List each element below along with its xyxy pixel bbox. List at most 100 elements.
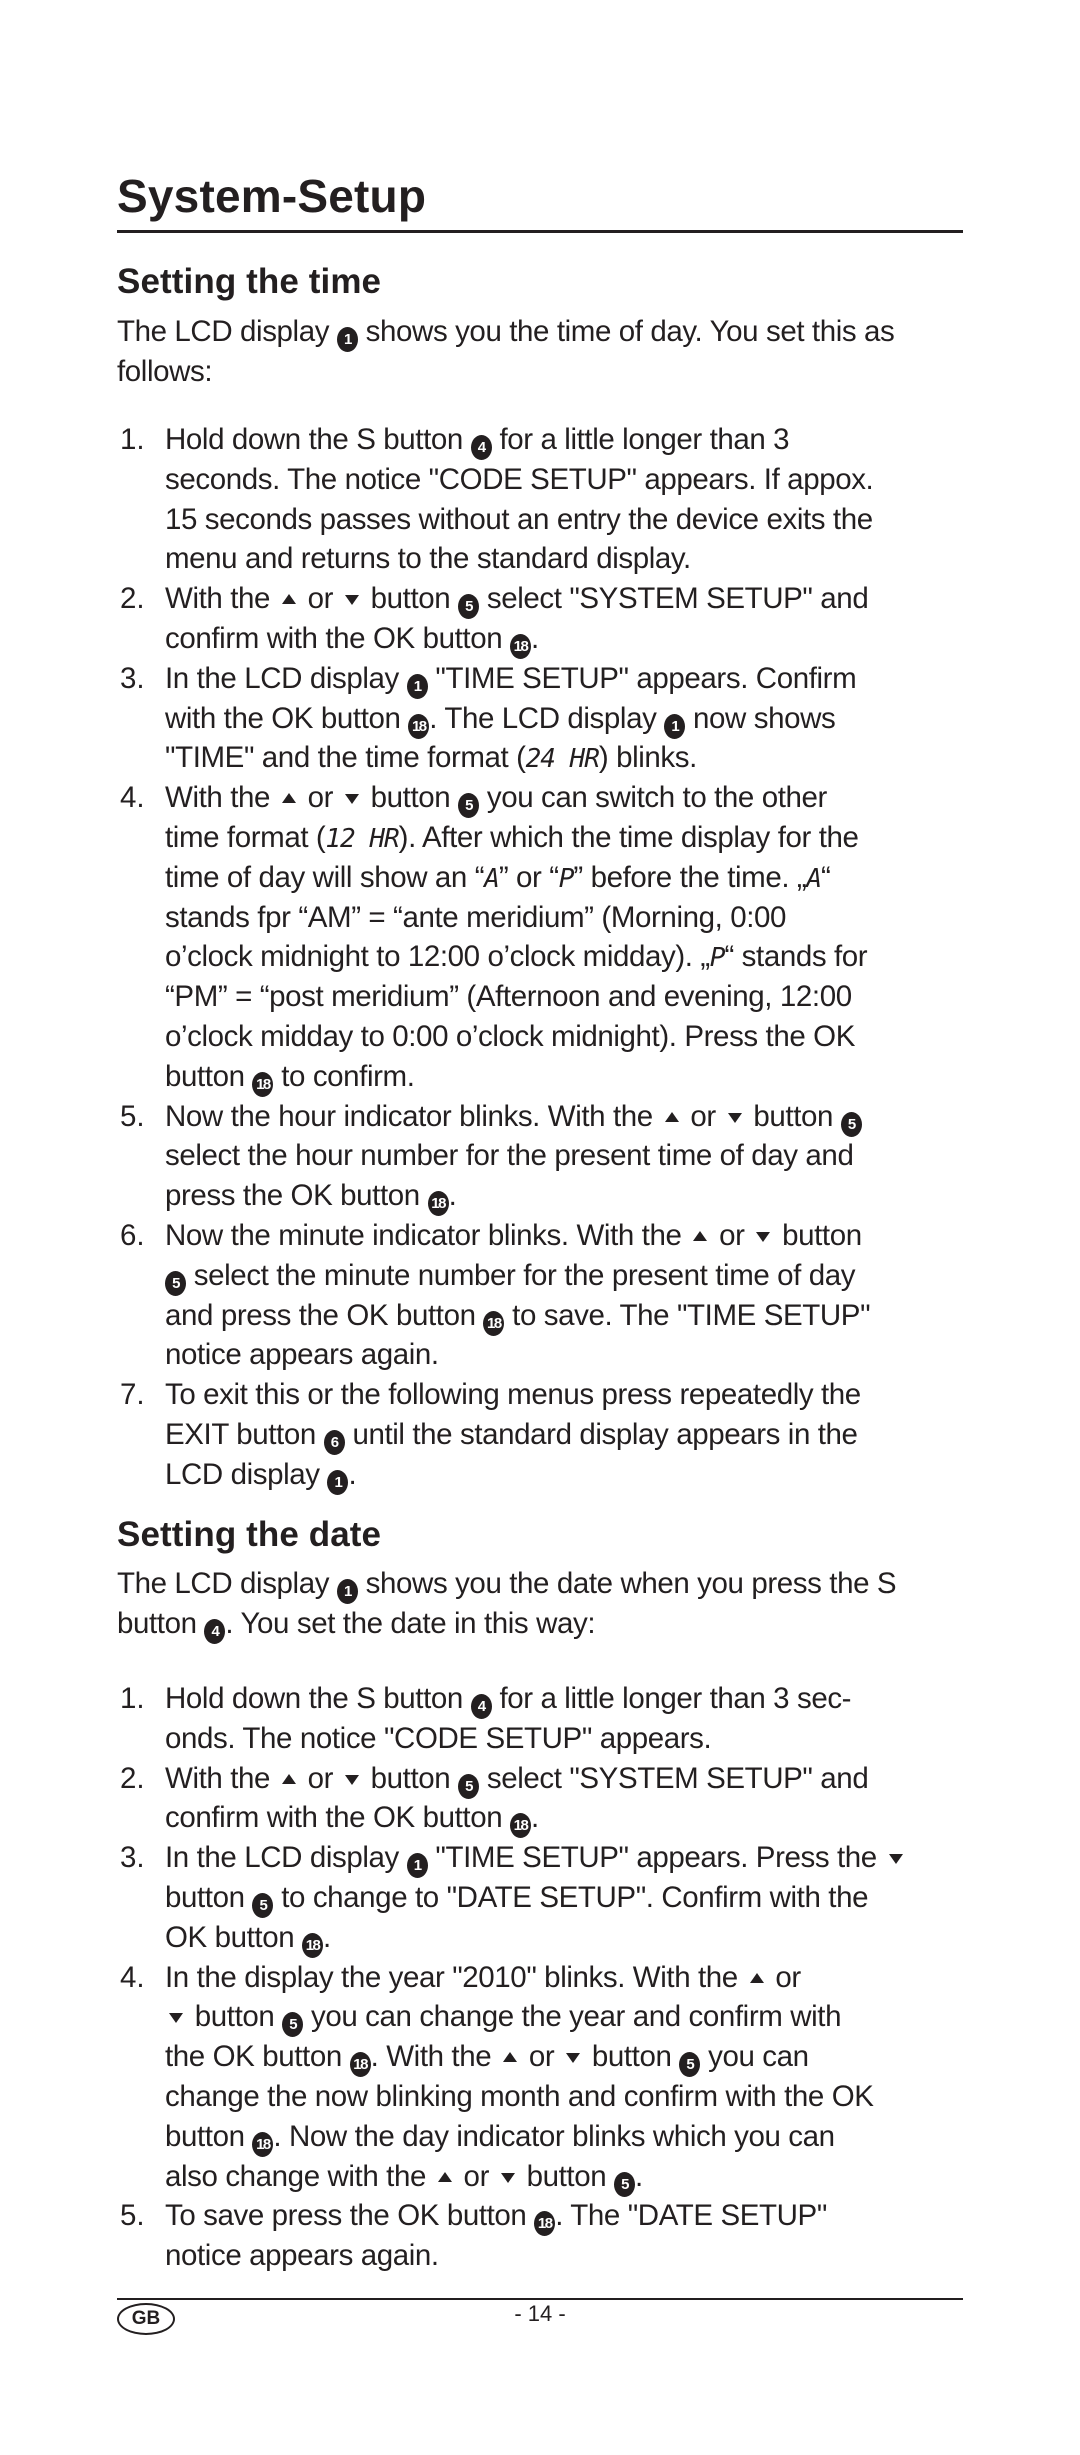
text-run: or <box>682 1099 724 1133</box>
text-run: To exit this or the following menus pres… <box>165 1378 861 1412</box>
text-run: for a little longer than 3 sec- <box>491 1682 852 1715</box>
callout-number-18-icon: 18 <box>510 1813 532 1839</box>
text-run: or <box>455 2159 497 2193</box>
callout-number-1-icon: 1 <box>664 713 686 739</box>
callout-number-18-icon: 18 <box>252 2131 274 2157</box>
text-run: button <box>584 2040 680 2074</box>
up-arrow-button-icon <box>281 793 296 804</box>
text-run: “PM” = “post meridium” (Afternoon and ev… <box>165 980 852 1014</box>
callout-number-5-icon: 5 <box>840 1111 862 1137</box>
callout-number-1-icon: 1 <box>336 1579 358 1604</box>
list-item-line: Now the hour indicator blinks. With the … <box>165 1097 862 1137</box>
text-run: . Now the day indicator blinks which you… <box>273 2119 835 2153</box>
list-item-line: time format (12 HR). After which the tim… <box>165 818 859 858</box>
intro-line: follows: <box>117 352 213 392</box>
list-item-number: 2. <box>120 582 145 616</box>
callout-number-18-icon: 18 <box>483 1310 505 1336</box>
down-arrow-button-icon <box>344 794 359 805</box>
text-run: o’clock midnight to 12:00 o’clock midday… <box>165 940 710 974</box>
down-arrow-button-icon <box>727 1112 742 1123</box>
up-arrow-button-icon <box>749 1972 764 1983</box>
down-arrow-button-icon <box>888 1854 903 1865</box>
text-run: o’clock midday to 0:00 o’clock midnight)… <box>165 1020 855 1053</box>
text-run: select "SYSTEM SETUP" and <box>479 582 869 616</box>
text-run: . You set the date in this way: <box>225 1606 596 1640</box>
list-item-line: notice appears again. <box>165 2236 439 2276</box>
text-run: for a little longer than 3 <box>491 423 790 456</box>
text-run: . <box>635 2159 643 2193</box>
section-heading: Setting the time <box>117 262 382 301</box>
callout-number-1-icon: 1 <box>406 1853 428 1879</box>
text-run: with the OK button <box>165 701 409 735</box>
list-item-line: o’clock midday to 0:00 o’clock midnight)… <box>165 1017 855 1057</box>
list-item-line: change the now blinking month and confir… <box>165 2077 874 2117</box>
lcd-segment-text: P <box>558 863 575 894</box>
text-run: button <box>187 2000 283 2034</box>
lcd-segment-text: A <box>484 863 500 894</box>
list-item-line: button 5 you can change the year and con… <box>165 1997 841 2038</box>
text-run: you can switch to the other <box>479 781 828 815</box>
text-run: or <box>299 781 341 815</box>
text-run: The LCD display <box>117 315 337 348</box>
text-run: press the OK button <box>165 1179 428 1213</box>
list-item-line: EXIT button 6 until the standard display… <box>165 1415 858 1455</box>
intro-line: The LCD display 1 shows you the time of … <box>117 312 895 352</box>
text-run: The LCD display <box>117 1567 337 1600</box>
list-item-line: 15 seconds passes without an entry the d… <box>165 500 873 540</box>
text-run: button <box>745 1099 841 1133</box>
list-item-line: “PM” = “post meridium” (Afternoon and ev… <box>165 977 852 1017</box>
callout-number-1-icon: 1 <box>336 327 358 352</box>
callout-number-1-icon: 1 <box>406 673 428 699</box>
text-run: ). After which the time display for the <box>398 821 859 854</box>
text-run: 15 seconds passes without an entry the d… <box>165 502 873 536</box>
list-item-line: button 18 to confirm. <box>165 1057 415 1097</box>
text-run: In the LCD display <box>165 661 407 695</box>
callout-number-18-icon: 18 <box>349 2052 371 2078</box>
text-run: seconds. The notice "CODE SETUP" appears… <box>165 462 874 496</box>
list-item-line: confirm with the OK button 18. <box>165 619 539 659</box>
text-run: and press the OK button <box>165 1298 484 1332</box>
text-run: . With the <box>370 2040 500 2074</box>
text-run: notice appears again. <box>165 2239 439 2273</box>
text-run: until the standard display appears in th… <box>344 1418 858 1451</box>
text-run: the OK button <box>165 2040 350 2074</box>
text-run: follows: <box>117 354 213 388</box>
text-run: confirm with the OK button <box>165 622 511 655</box>
list-item-line: button 18. Now the day indicator blinks … <box>165 2117 835 2157</box>
list-item-line: confirm with the OK button 18. <box>165 1798 539 1839</box>
callout-number-1-icon: 1 <box>327 1469 349 1495</box>
down-arrow-button-icon <box>566 2053 581 2064</box>
list-item-line: press the OK button 18. <box>165 1176 457 1217</box>
text-run: "TIME SETUP" appears. Press the <box>427 1841 885 1875</box>
callout-number-5-icon: 5 <box>458 793 480 819</box>
text-run: “ <box>821 860 831 894</box>
list-item-number: 4. <box>120 781 145 815</box>
text-run: In the display the year "2010" blinks. W… <box>165 1960 746 1994</box>
list-item-line: To exit this or the following menus pres… <box>165 1375 861 1415</box>
list-item-line: "TIME" and the time format (24 HR) blink… <box>165 738 697 778</box>
callout-number-5-icon: 5 <box>282 2012 304 2038</box>
list-item-number: 3. <box>120 1841 145 1875</box>
list-item-line: select the hour number for the present t… <box>165 1136 854 1176</box>
text-run: button <box>165 1881 253 1914</box>
callout-number-5-icon: 5 <box>679 2052 701 2078</box>
text-run: button <box>165 2119 253 2153</box>
callout-number-4-icon: 4 <box>470 1694 492 1719</box>
text-run: or <box>299 582 341 616</box>
list-item-line: button 5 to change to "DATE SETUP". Conf… <box>165 1878 868 1918</box>
text-run: . <box>323 1920 331 1954</box>
intro-line: button 4. You set the date in this way: <box>117 1604 596 1644</box>
intro-line: The LCD display 1 shows you the date whe… <box>117 1564 897 1604</box>
up-arrow-button-icon <box>693 1231 708 1241</box>
text-run: “ stands for <box>724 940 868 974</box>
lcd-segment-text: 24 HR <box>525 744 600 775</box>
text-run: stands fpr “AM” = “ante meridium” (Morni… <box>165 900 787 934</box>
down-arrow-button-icon <box>756 1232 771 1242</box>
list-item-line: time of day will show an “A” or “P” befo… <box>165 858 831 898</box>
text-run: you can <box>700 2040 809 2074</box>
text-run: To save press the OK button <box>165 2199 535 2233</box>
list-item-number: 6. <box>120 1219 145 1252</box>
callout-number-18-icon: 18 <box>427 1191 449 1217</box>
list-item-number: 2. <box>120 1761 145 1795</box>
text-run: time format ( <box>165 821 326 854</box>
